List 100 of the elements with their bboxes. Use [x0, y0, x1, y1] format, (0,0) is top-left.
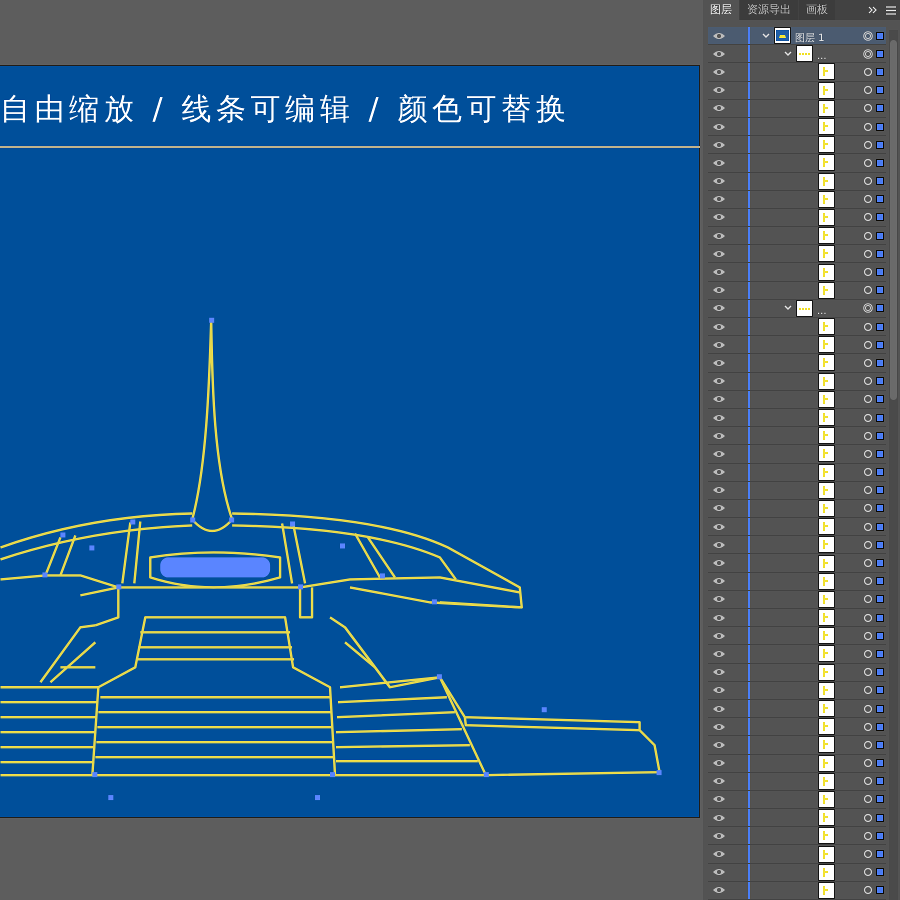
- target-circle-icon[interactable]: [863, 212, 873, 222]
- eye-icon[interactable]: [712, 540, 726, 550]
- selection-square-icon[interactable]: [876, 68, 884, 76]
- target-circle-icon[interactable]: [863, 630, 873, 641]
- eye-icon[interactable]: [712, 594, 726, 604]
- layer-row[interactable]: [708, 408, 886, 428]
- layer-row[interactable]: [708, 208, 886, 228]
- selection-square-icon[interactable]: [876, 632, 884, 640]
- eye-icon[interactable]: [712, 376, 726, 386]
- layer-row[interactable]: [708, 627, 886, 646]
- target-circle-icon[interactable]: [863, 648, 873, 659]
- selection-square-icon[interactable]: [876, 140, 884, 149]
- eye-icon[interactable]: [712, 140, 726, 150]
- target-circle-icon[interactable]: [863, 667, 873, 678]
- menu-icon[interactable]: [886, 6, 896, 14]
- scrollbar-thumb[interactable]: [890, 40, 897, 400]
- layer-row[interactable]: [708, 736, 886, 754]
- eye-icon[interactable]: [712, 558, 726, 568]
- target-circle-icon[interactable]: [863, 522, 873, 532]
- layer-row[interactable]: [708, 482, 886, 500]
- eye-icon[interactable]: [712, 576, 726, 586]
- target-circle-icon[interactable]: [863, 467, 873, 478]
- target-circle-icon[interactable]: [863, 776, 873, 786]
- layer-row[interactable]: [708, 518, 886, 536]
- eye-icon[interactable]: [712, 612, 726, 623]
- selection-square-icon[interactable]: [876, 650, 884, 658]
- target-circle-icon[interactable]: [863, 758, 873, 768]
- target-circle-icon[interactable]: [863, 140, 873, 150]
- eye-icon[interactable]: [712, 704, 726, 714]
- eye-icon[interactable]: [712, 485, 726, 496]
- eye-icon[interactable]: [712, 740, 726, 750]
- selection-square-icon[interactable]: [876, 814, 884, 822]
- selection-square-icon[interactable]: [876, 50, 884, 58]
- target-circle-icon[interactable]: [863, 612, 873, 623]
- eye-icon[interactable]: [712, 722, 726, 732]
- eye-icon[interactable]: [712, 340, 726, 350]
- target-circle-icon[interactable]: [863, 485, 873, 496]
- selection-square-icon[interactable]: [876, 722, 884, 731]
- selection-square-icon[interactable]: [876, 232, 884, 240]
- layer-row[interactable]: [708, 882, 886, 900]
- target-circle-icon[interactable]: [863, 812, 873, 823]
- target-circle-icon[interactable]: [863, 394, 873, 404]
- scrollbar[interactable]: [889, 30, 898, 900]
- selection-square-icon[interactable]: [876, 213, 884, 222]
- eye-icon[interactable]: [712, 103, 726, 114]
- eye-icon[interactable]: [712, 776, 726, 786]
- selection-square-icon[interactable]: [876, 250, 884, 258]
- layer-row[interactable]: [708, 754, 886, 773]
- panel-tab[interactable]: 资源导出: [740, 0, 798, 20]
- selection-square-icon[interactable]: [876, 522, 884, 531]
- eye-icon[interactable]: [712, 758, 726, 768]
- layer-row[interactable]: ...: [708, 300, 886, 318]
- selection-square-icon[interactable]: [876, 777, 884, 786]
- target-circle-icon[interactable]: [863, 740, 873, 750]
- selection-square-icon[interactable]: [876, 340, 884, 349]
- target-circle-icon[interactable]: [863, 794, 873, 804]
- layer-row[interactable]: [708, 572, 886, 591]
- chevron-down-icon[interactable]: [784, 305, 792, 312]
- target-circle-icon[interactable]: [863, 722, 873, 732]
- layer-row[interactable]: [708, 63, 886, 82]
- eye-icon[interactable]: [712, 812, 726, 823]
- eye-icon[interactable]: [712, 194, 726, 204]
- target-circle-icon[interactable]: [863, 122, 873, 132]
- selection-square-icon[interactable]: [876, 559, 884, 568]
- layer-row[interactable]: [708, 772, 886, 791]
- selection-square-icon[interactable]: [876, 886, 884, 894]
- eye-icon[interactable]: [712, 885, 726, 896]
- eye-icon[interactable]: [712, 685, 726, 696]
- eye-icon[interactable]: [712, 503, 726, 514]
- eye-icon[interactable]: [712, 48, 726, 59]
- selection-square-icon[interactable]: [876, 740, 884, 749]
- target-circle-icon[interactable]: [863, 576, 873, 586]
- layer-row[interactable]: [708, 809, 886, 828]
- selection-square-icon[interactable]: [876, 504, 884, 512]
- chevron-down-icon[interactable]: [784, 50, 792, 57]
- eye-icon[interactable]: [712, 230, 726, 241]
- eye-icon[interactable]: [712, 430, 726, 441]
- eye-icon[interactable]: [712, 794, 726, 804]
- selection-square-icon[interactable]: [876, 614, 884, 622]
- chevron-down-icon[interactable]: [762, 32, 770, 39]
- selection-square-icon[interactable]: [876, 304, 884, 312]
- selection-square-icon[interactable]: [876, 286, 884, 294]
- target-double-circle-icon[interactable]: [863, 303, 873, 314]
- eye-icon[interactable]: [712, 322, 726, 332]
- eye-icon[interactable]: [712, 122, 726, 132]
- selection-square-icon[interactable]: [876, 540, 884, 549]
- selection-square-icon[interactable]: [876, 486, 884, 494]
- target-circle-icon[interactable]: [863, 230, 873, 241]
- panel-tab[interactable]: 图层: [703, 0, 739, 20]
- layer-row[interactable]: [708, 427, 886, 446]
- selection-square-icon[interactable]: [876, 759, 884, 768]
- layer-row[interactable]: [708, 845, 886, 864]
- layer-row[interactable]: [708, 645, 886, 664]
- target-circle-icon[interactable]: [863, 158, 873, 168]
- eye-icon[interactable]: [712, 158, 726, 168]
- target-circle-icon[interactable]: [863, 558, 873, 568]
- selection-square-icon[interactable]: [876, 195, 884, 204]
- layer-row[interactable]: [708, 245, 886, 264]
- target-circle-icon[interactable]: [863, 340, 873, 350]
- panel-tab[interactable]: 画板: [799, 0, 835, 20]
